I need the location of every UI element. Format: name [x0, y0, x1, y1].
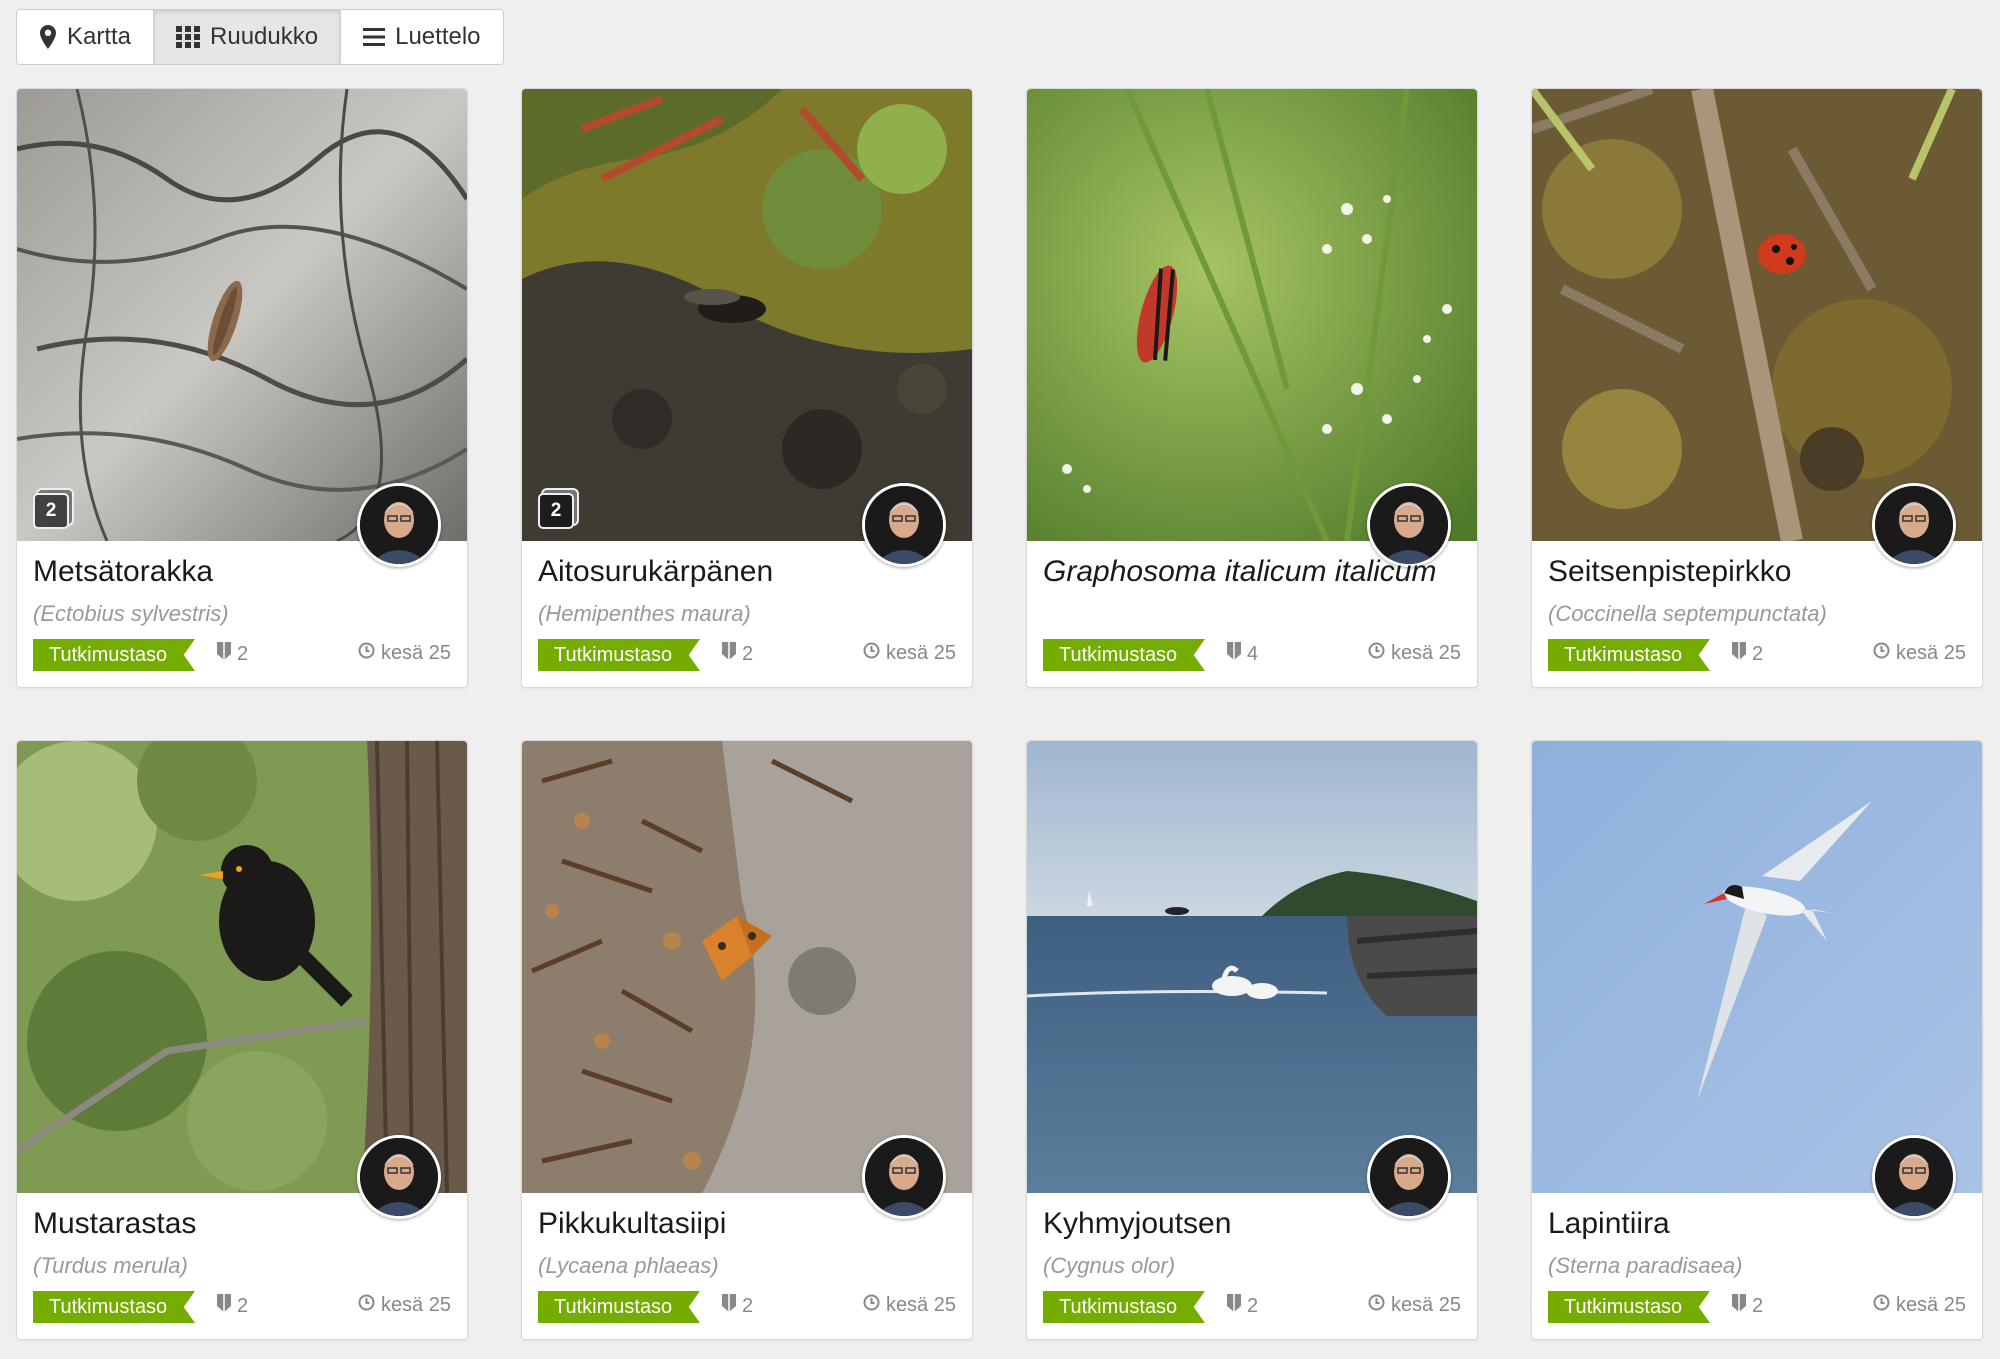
clock-icon	[358, 1294, 375, 1317]
id-shield-icon	[1227, 642, 1241, 666]
scientific-name: (Hemipenthes maura)	[538, 601, 751, 626]
view-map-button[interactable]: Kartta	[17, 10, 155, 64]
common-name[interactable]: Lapintiira	[1548, 1207, 1670, 1241]
list-icon	[363, 27, 386, 47]
quality-grade-badge: Tutkimustaso	[33, 639, 195, 671]
observed-date: kesä 25	[358, 1294, 451, 1317]
identifications-count: 4	[1227, 642, 1258, 666]
observation-card[interactable]: 2 Aitosurukärpänen (Hemipenthes maura) T…	[521, 88, 973, 688]
identifications-count: 2	[1227, 1294, 1258, 1318]
common-name[interactable]: Kyhmyjoutsen	[1043, 1207, 1231, 1241]
observation-photo[interactable]	[1027, 89, 1477, 541]
id-shield-icon	[217, 1294, 231, 1318]
quality-grade-badge: Tutkimustaso	[33, 1291, 195, 1323]
common-name[interactable]: Pikkukultasiipi	[538, 1207, 726, 1241]
view-grid-label: Ruudukko	[210, 23, 319, 50]
id-shield-icon	[217, 642, 231, 666]
view-list-button[interactable]: Luettelo	[341, 10, 503, 64]
view-list-label: Luettelo	[395, 23, 481, 50]
common-name[interactable]: Aitosurukärpänen	[538, 555, 773, 589]
photo-count-badge: 2	[538, 493, 574, 529]
quality-grade-badge: Tutkimustaso	[1548, 639, 1710, 671]
photo-count-badge: 2	[33, 493, 69, 529]
clock-icon	[863, 1294, 880, 1317]
view-toggle: Kartta Ruudukko Luettelo	[16, 9, 504, 65]
common-name[interactable]: Seitsenpistepirkko	[1548, 555, 1791, 589]
observation-card[interactable]: Mustarastas (Turdus merula) Tutkimustaso…	[16, 740, 468, 1340]
grid-icon	[176, 26, 201, 48]
identifications-count: 2	[722, 642, 753, 666]
view-grid-button[interactable]: Ruudukko	[154, 10, 342, 64]
id-shield-icon	[1732, 1294, 1746, 1318]
observation-photo[interactable]	[1532, 741, 1982, 1193]
clock-icon	[1368, 1294, 1385, 1317]
clock-icon	[358, 642, 375, 665]
observed-date: kesä 25	[863, 1294, 956, 1317]
scientific-name: (Lycaena phlaeas)	[538, 1253, 719, 1278]
identifications-count: 2	[1732, 642, 1763, 666]
observation-grid: 2 Metsätorakka (Ectobius sylvestris) Tut…	[16, 88, 1983, 1340]
scientific-name: (Turdus merula)	[33, 1253, 188, 1278]
observed-date: kesä 25	[358, 642, 451, 665]
observation-photo[interactable]	[17, 741, 467, 1193]
clock-icon	[1873, 1294, 1890, 1317]
identifications-count: 2	[217, 1294, 248, 1318]
observation-card[interactable]: 2 Metsätorakka (Ectobius sylvestris) Tut…	[16, 88, 468, 688]
observed-date: kesä 25	[1368, 1294, 1461, 1317]
quality-grade-badge: Tutkimustaso	[1548, 1291, 1710, 1323]
view-map-label: Kartta	[67, 23, 132, 50]
observation-card[interactable]: Pikkukultasiipi (Lycaena phlaeas) Tutkim…	[521, 740, 973, 1340]
observation-photo[interactable]	[522, 89, 972, 541]
scientific-name: (Cygnus olor)	[1043, 1253, 1176, 1278]
identifications-count: 2	[1732, 1294, 1763, 1318]
id-shield-icon	[722, 1294, 736, 1318]
common-name[interactable]: Metsätorakka	[33, 555, 213, 589]
quality-grade-badge: Tutkimustaso	[538, 639, 700, 671]
observation-card[interactable]: Seitsenpistepirkko (Coccinella septempun…	[1531, 88, 1983, 688]
observation-photo[interactable]	[17, 89, 467, 541]
scientific-name: (Ectobius sylvestris)	[33, 601, 229, 626]
scientific-name: (Sterna paradisaea)	[1548, 1253, 1743, 1278]
observation-card[interactable]: Kyhmyjoutsen (Cygnus olor) Tutkimustaso …	[1026, 740, 1478, 1340]
observation-photo[interactable]	[522, 741, 972, 1193]
observed-date: kesä 25	[1873, 642, 1966, 665]
observation-card[interactable]: Lapintiira (Sterna paradisaea) Tutkimust…	[1531, 740, 1983, 1340]
observation-card[interactable]: Graphosoma italicum italicum Tutkimustas…	[1026, 88, 1478, 688]
observation-photo[interactable]	[1532, 89, 1982, 541]
clock-icon	[1873, 642, 1890, 665]
clock-icon	[863, 642, 880, 665]
clock-icon	[1368, 642, 1385, 665]
observed-date: kesä 25	[863, 642, 956, 665]
observed-date: kesä 25	[1368, 642, 1461, 665]
quality-grade-badge: Tutkimustaso	[1043, 1291, 1205, 1323]
identifications-count: 2	[217, 642, 248, 666]
scientific-name: (Coccinella septempunctata)	[1548, 601, 1827, 626]
observation-photo[interactable]	[1027, 741, 1477, 1193]
common-name[interactable]: Mustarastas	[33, 1207, 196, 1241]
map-marker-icon	[39, 24, 57, 50]
id-shield-icon	[722, 642, 736, 666]
quality-grade-badge: Tutkimustaso	[538, 1291, 700, 1323]
common-name[interactable]: Graphosoma italicum italicum	[1043, 555, 1436, 589]
observed-date: kesä 25	[1873, 1294, 1966, 1317]
identifications-count: 2	[722, 1294, 753, 1318]
id-shield-icon	[1732, 642, 1746, 666]
quality-grade-badge: Tutkimustaso	[1043, 639, 1205, 671]
id-shield-icon	[1227, 1294, 1241, 1318]
